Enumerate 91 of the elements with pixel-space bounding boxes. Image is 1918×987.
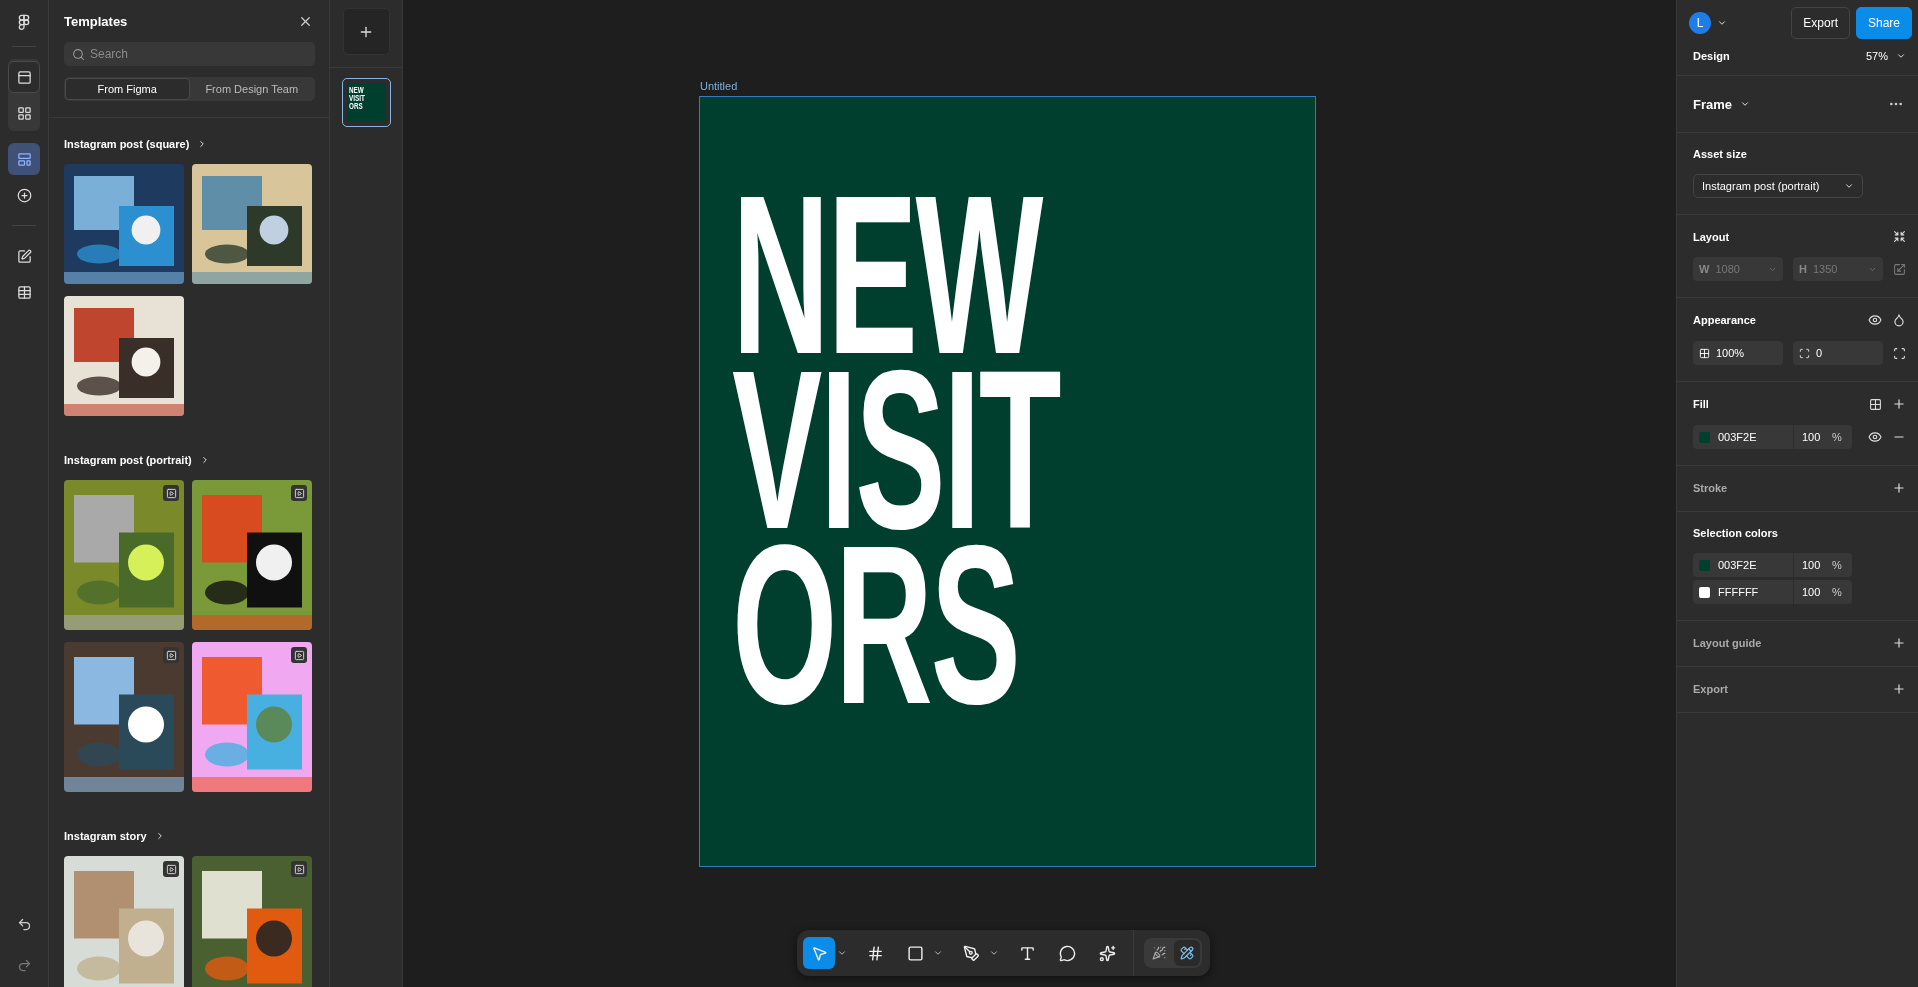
- source-tab[interactable]: From Figma: [65, 78, 190, 100]
- percent-unit: %: [1832, 559, 1842, 571]
- category-link[interactable]: Instagram story: [64, 830, 165, 842]
- percent-unit: %: [1832, 586, 1842, 598]
- add-icon[interactable]: [1892, 636, 1906, 650]
- styles-icon[interactable]: [1869, 397, 1882, 411]
- mode-button[interactable]: [1174, 940, 1200, 966]
- caret-icon[interactable]: [1717, 18, 1727, 28]
- caret-icon: [1896, 51, 1906, 61]
- frame-label[interactable]: Untitled: [700, 80, 1676, 92]
- asset-size-select[interactable]: Instagram post (portrait): [1693, 174, 1863, 198]
- section-title: Selection colors: [1693, 527, 1779, 539]
- page-thumbnail[interactable]: NEW VISIT ORS: [341, 78, 391, 127]
- category-link[interactable]: Instagram post (square): [64, 138, 208, 150]
- opacity-value: 100: [1801, 431, 1822, 443]
- panel-title: Templates: [64, 14, 128, 29]
- color-field[interactable]: 003F2E 100 %: [1693, 425, 1852, 449]
- radius-field[interactable]: 0: [1793, 341, 1883, 365]
- opacity-field[interactable]: 100%: [1693, 341, 1783, 365]
- search-field[interactable]: Search: [64, 42, 315, 66]
- share-button[interactable]: Share: [1855, 7, 1912, 39]
- caret-icon: [1740, 99, 1751, 109]
- opacity-value: 100: [1801, 586, 1822, 598]
- category-link[interactable]: Instagram post (portrait): [64, 454, 210, 466]
- headline-text[interactable]: ORS: [732, 537, 1019, 712]
- droplet-icon[interactable]: [1892, 313, 1906, 327]
- export-button[interactable]: Export: [1791, 7, 1850, 39]
- pen-icon: [962, 944, 980, 962]
- thumbnail-text: ORS: [348, 102, 363, 110]
- user-avatar[interactable]: L: [1689, 12, 1711, 34]
- add-icon[interactable]: [1892, 682, 1906, 696]
- zoom-dropdown[interactable]: 57%: [1865, 50, 1906, 62]
- close-icon: [298, 14, 313, 29]
- add-icon[interactable]: [1892, 397, 1906, 411]
- text-icon: [1018, 944, 1036, 962]
- corners-icon[interactable]: [1893, 346, 1906, 360]
- layers-button[interactable]: [8, 61, 40, 93]
- color-swatch[interactable]: [1699, 586, 1710, 598]
- caret-icon: [837, 948, 847, 958]
- shrink-icon[interactable]: [1893, 230, 1906, 243]
- hex-value: 003F2E: [1718, 431, 1757, 443]
- corner-icon: [1799, 347, 1810, 359]
- edit-icon: [16, 248, 32, 264]
- section-title: Layout guide: [1693, 637, 1762, 649]
- template-icon: [16, 151, 32, 167]
- section-title: Fill: [1693, 398, 1709, 410]
- redo-icon: [16, 958, 32, 973]
- party-popper-icon: [1152, 946, 1166, 960]
- undo-icon: [16, 917, 32, 932]
- caret-icon: [933, 948, 943, 958]
- grid-icon: [16, 105, 32, 121]
- resize-icon[interactable]: [1893, 262, 1906, 276]
- rectangle-icon: [906, 944, 924, 962]
- frame-dropdown[interactable]: Frame: [1693, 96, 1751, 112]
- template-button[interactable]: [8, 143, 40, 175]
- section-title: Export: [1693, 683, 1728, 695]
- hex-value: 003F2E: [1718, 559, 1757, 571]
- percent-unit: %: [1832, 431, 1842, 443]
- frame-icon: [866, 944, 884, 962]
- source-tab[interactable]: From Design Team: [189, 78, 314, 100]
- pointer-tool[interactable]: [803, 937, 835, 969]
- hex-value: FFFFFF: [1718, 586, 1759, 598]
- plus-circle-icon: [16, 187, 32, 203]
- headline-text[interactable]: VISIT: [732, 362, 1060, 537]
- section-title: Asset size: [1693, 148, 1748, 160]
- opacity-icon: [1699, 347, 1710, 359]
- sparkle-icon: [1098, 944, 1116, 962]
- headline-text[interactable]: NEW: [732, 187, 1042, 362]
- comment-icon: [1058, 944, 1076, 962]
- caret-icon: [1844, 181, 1854, 191]
- eye-icon[interactable]: [1868, 313, 1882, 327]
- section-title: Layout: [1693, 230, 1730, 243]
- table-icon: [16, 284, 32, 300]
- color-swatch[interactable]: [1699, 559, 1710, 571]
- section-title: Stroke: [1693, 482, 1728, 494]
- design-frame[interactable]: NEW VISIT ORS: [700, 97, 1315, 866]
- thumbnail-text: VISIT: [348, 94, 365, 102]
- caret-icon: [989, 948, 999, 958]
- section-title: Appearance: [1693, 314, 1756, 326]
- color-field[interactable]: 003F2E 100 %: [1693, 553, 1852, 577]
- eye-icon[interactable]: [1868, 430, 1882, 444]
- add-icon[interactable]: [1892, 481, 1906, 495]
- layers-icon: [16, 69, 32, 85]
- opacity-value: 100: [1801, 559, 1822, 571]
- thumbnail-text: NEW: [348, 86, 364, 94]
- color-field[interactable]: FFFFFF 100 %: [1693, 580, 1852, 604]
- pointer-icon: [810, 944, 828, 962]
- pencil-ruler-icon: [1180, 946, 1194, 960]
- design-tab[interactable]: Design: [1693, 50, 1730, 62]
- search-icon: [72, 48, 85, 61]
- color-swatch[interactable]: [1699, 431, 1710, 443]
